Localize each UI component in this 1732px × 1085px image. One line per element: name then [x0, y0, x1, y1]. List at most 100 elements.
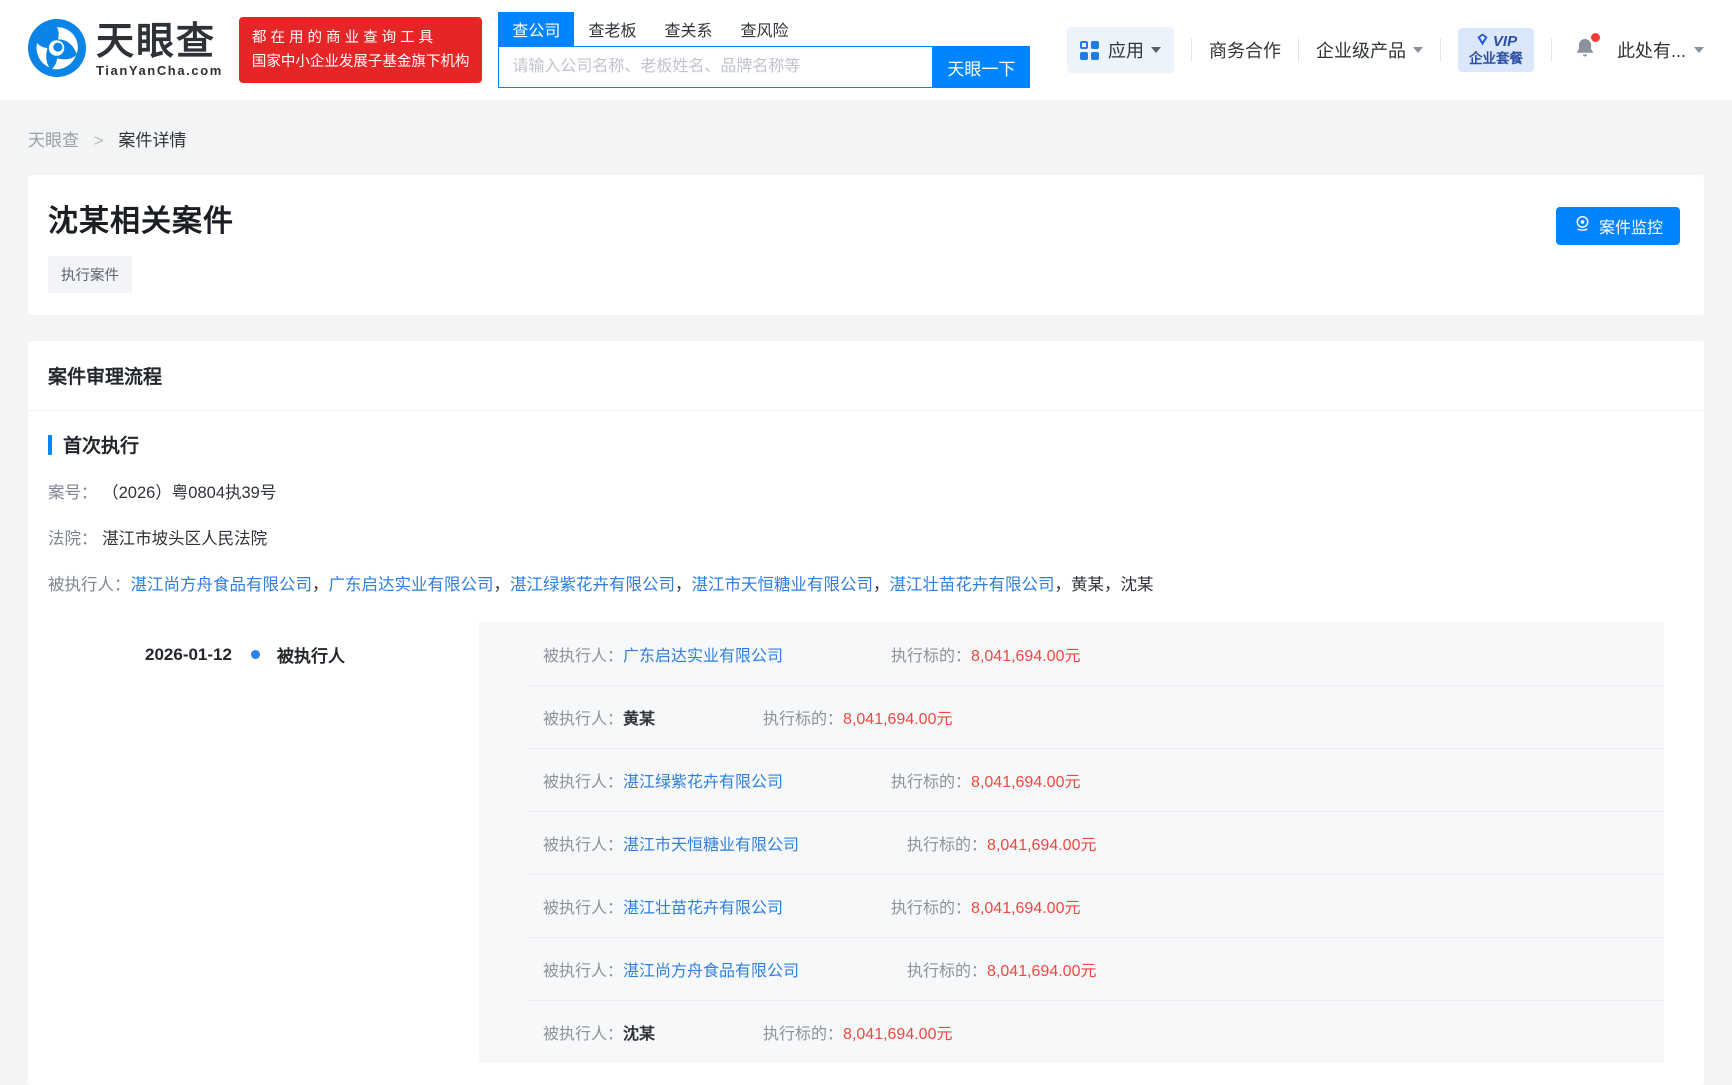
- top-header: 天眼查 TianYanCha.com 都 在 用 的 商 业 查 询 工 具 国…: [0, 0, 1732, 100]
- execution-row: 被执行人： 广东启达实业有限公司 执行标的： 8,041,694.00元: [479, 622, 1664, 685]
- divider: [1551, 38, 1552, 62]
- search-input[interactable]: [498, 46, 932, 88]
- user-menu[interactable]: 此处有...: [1617, 37, 1704, 63]
- execution-row: 被执行人： 湛江壮苗花卉有限公司 执行标的： 8,041,694.00元: [479, 874, 1664, 937]
- row-amount-label: 执行标的：: [891, 894, 971, 918]
- row-amount-label: 执行标的：: [907, 957, 987, 981]
- notification-dot: [1591, 33, 1600, 42]
- monitor-button-label: 案件监控: [1599, 214, 1663, 238]
- row-amount-value: 8,041,694.00元: [843, 1020, 952, 1044]
- executed-party-name: 沈某: [1121, 576, 1154, 594]
- party-separator: ，: [675, 576, 692, 594]
- apps-menu-button[interactable]: 应用: [1067, 27, 1174, 73]
- promo-line2: 国家中小企业发展子基金旗下机构: [252, 50, 470, 74]
- field-executed-parties: 被执行人：湛江尚方舟食品有限公司，广东启达实业有限公司，湛江绿紫花卉有限公司，湛…: [48, 574, 1684, 596]
- execution-row: 被执行人： 湛江绿紫花卉有限公司 执行标的： 8,041,694.00元: [479, 748, 1664, 811]
- executed-party-link[interactable]: 湛江尚方舟食品有限公司: [131, 576, 313, 594]
- row-party-name: 沈某: [623, 1020, 655, 1044]
- party-separator: ，: [494, 576, 511, 594]
- caret-down-icon: [1413, 47, 1423, 53]
- field-case-number: 案号： （2026）粤0804执39号: [48, 482, 1684, 504]
- executed-party-link[interactable]: 广东启达实业有限公司: [329, 576, 494, 594]
- breadcrumb-home[interactable]: 天眼查: [28, 131, 79, 150]
- page-title: 沈某相关案件: [48, 205, 1684, 239]
- row-party-label: 被执行人：: [543, 768, 623, 792]
- row-party-link[interactable]: 湛江尚方舟食品有限公司: [623, 957, 799, 981]
- tab-boss[interactable]: 查老板: [574, 12, 650, 46]
- header-nav: 应用 商务合作 企业级产品 VIP 企业套餐: [1067, 27, 1704, 73]
- row-amount-label: 执行标的：: [891, 642, 971, 666]
- logo-title: 天眼查: [96, 23, 223, 61]
- row-amount-value: 8,041,694.00元: [987, 831, 1096, 855]
- party-separator: ，: [312, 576, 329, 594]
- divider: [1298, 38, 1299, 62]
- notifications-button[interactable]: [1573, 36, 1597, 65]
- bell-icon: [1573, 47, 1597, 64]
- nav-item-label: 商务合作: [1209, 37, 1281, 63]
- divider: [1440, 38, 1441, 62]
- site-logo[interactable]: 天眼查 TianYanCha.com: [28, 19, 223, 82]
- vip-label: VIP: [1493, 33, 1517, 50]
- row-party-link[interactable]: 湛江市天恒糖业有限公司: [623, 831, 799, 855]
- row-party-label: 被执行人：: [543, 957, 623, 981]
- row-amount-value: 8,041,694.00元: [971, 642, 1080, 666]
- row-amount-label: 执行标的：: [907, 831, 987, 855]
- executed-parties: 湛江尚方舟食品有限公司，广东启达实业有限公司，湛江绿紫花卉有限公司，湛江市天恒糖…: [131, 576, 1154, 594]
- nav-item-enterprise-products[interactable]: 企业级产品: [1316, 37, 1423, 63]
- vip-sublabel: 企业套餐: [1469, 50, 1523, 67]
- row-party-label: 被执行人：: [543, 831, 623, 855]
- logo-subtitle: TianYanCha.com: [96, 63, 223, 78]
- row-party-label: 被执行人：: [543, 642, 623, 666]
- row-amount-value: 8,041,694.00元: [987, 957, 1096, 981]
- execution-row: 被执行人： 黄某 执行标的： 8,041,694.00元: [479, 685, 1664, 748]
- tab-risk[interactable]: 查风险: [726, 12, 802, 46]
- timeline-dot: [251, 650, 260, 659]
- case-monitor-button[interactable]: 案件监控: [1556, 207, 1680, 245]
- case-process-card: 案件审理流程 首次执行 案号： （2026）粤0804执39号 法院： 湛江市坡…: [28, 341, 1704, 1085]
- tab-company[interactable]: 查公司: [498, 12, 574, 46]
- case-title-card: 沈某相关案件 执行案件 案件监控: [28, 175, 1704, 315]
- search-button[interactable]: 天眼一下: [932, 46, 1030, 88]
- field-value: （2026）粤0804执39号: [102, 484, 276, 502]
- nav-item-label: 企业级产品: [1316, 37, 1406, 63]
- execution-row: 被执行人： 沈某 执行标的： 8,041,694.00元: [479, 1000, 1664, 1063]
- execution-row: 被执行人： 湛江市天恒糖业有限公司 执行标的： 8,041,694.00元: [479, 811, 1664, 874]
- caret-down-icon: [1694, 47, 1704, 53]
- nav-item-business-cooperation[interactable]: 商务合作: [1209, 37, 1281, 63]
- row-amount-value: 8,041,694.00元: [971, 894, 1080, 918]
- row-amount-label: 执行标的：: [763, 705, 843, 729]
- timeline-entry-header: 2026-01-12 被执行人: [68, 622, 479, 667]
- row-amount-value: 8,041,694.00元: [971, 768, 1080, 792]
- execution-rows-panel: 被执行人： 广东启达实业有限公司 执行标的： 8,041,694.00元 被执行…: [479, 622, 1664, 1063]
- search-area: 查公司 查老板 查关系 查风险 天眼一下: [498, 12, 1030, 88]
- breadcrumb-arrow: >: [94, 131, 104, 150]
- breadcrumb-current: 案件详情: [118, 131, 186, 150]
- execution-timeline: 2026-01-12 被执行人 被执行人： 广东启达实业有限公司 执行标的： 8…: [48, 622, 1684, 1063]
- tab-relation[interactable]: 查关系: [650, 12, 726, 46]
- party-separator: ，: [1055, 576, 1072, 594]
- divider: [1191, 38, 1192, 62]
- search-tabs: 查公司 查老板 查关系 查风险: [498, 12, 1030, 46]
- row-party-label: 被执行人：: [543, 894, 623, 918]
- grid-apps-icon: [1080, 41, 1099, 60]
- case-type-badge: 执行案件: [48, 256, 132, 293]
- timeline-event-label: 被执行人: [277, 642, 345, 667]
- row-party-label: 被执行人：: [543, 1020, 623, 1044]
- row-party-link[interactable]: 湛江壮苗花卉有限公司: [623, 894, 783, 918]
- row-party-link[interactable]: 广东启达实业有限公司: [623, 642, 783, 666]
- field-court: 法院： 湛江市坡头区人民法院: [48, 528, 1684, 550]
- breadcrumb: 天眼查 > 案件详情: [0, 100, 1732, 151]
- stage-title-label: 首次执行: [63, 431, 139, 458]
- row-amount-value: 8,041,694.00元: [843, 705, 952, 729]
- row-amount-label: 执行标的：: [763, 1020, 843, 1044]
- row-party-label: 被执行人：: [543, 705, 623, 729]
- executed-party-link[interactable]: 湛江绿紫花卉有限公司: [510, 576, 675, 594]
- timeline-date: 2026-01-12: [145, 645, 232, 665]
- executed-party-link[interactable]: 湛江市天恒糖业有限公司: [692, 576, 874, 594]
- vip-package-button[interactable]: VIP 企业套餐: [1458, 28, 1534, 72]
- executed-party-link[interactable]: 湛江壮苗花卉有限公司: [890, 576, 1055, 594]
- row-party-name: 黄某: [623, 705, 655, 729]
- stage-first-execution: 首次执行 案号： （2026）粤0804执39号 法院： 湛江市坡头区人民法院 …: [28, 411, 1704, 1063]
- row-party-link[interactable]: 湛江绿紫花卉有限公司: [623, 768, 783, 792]
- monitor-camera-icon: [1573, 214, 1592, 238]
